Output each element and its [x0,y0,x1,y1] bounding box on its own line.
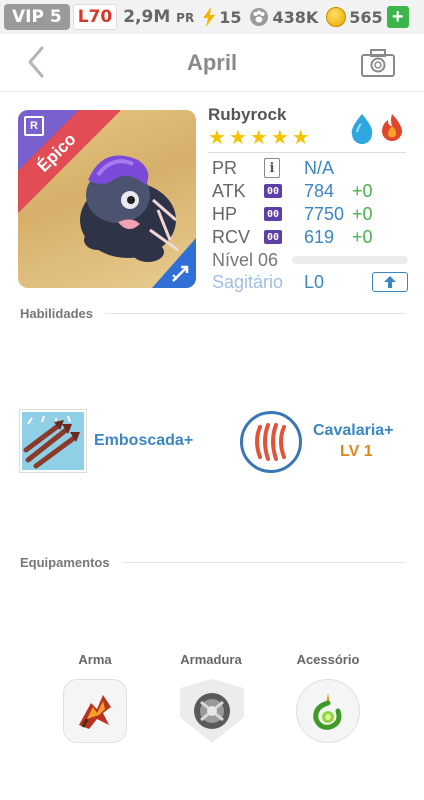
skill-name[interactable]: Emboscada+ [94,432,193,450]
level-label: Nível 06 [212,249,279,270]
stat-row-hp: HP 00 7750 +0 [212,203,408,225]
star-icon: ★ [249,127,268,149]
section-divider [104,313,406,314]
stat-value: N/A [304,157,335,178]
paw-value: 438K [272,7,319,27]
level-row: Nível 06 [212,249,408,271]
power-rating: 2,9M PR [123,7,194,27]
accessory-slot[interactable] [296,679,360,743]
lightning-icon [202,7,216,27]
energy-value: 15 [219,7,242,27]
stat-row-pr: PR i N/A [212,157,408,179]
rarity-badge-icon: R [24,116,44,136]
accessory-label: Acessório [296,652,360,667]
stats-divider [208,152,406,153]
fire-element-icon [382,114,403,142]
accessory-icon [313,693,342,730]
stat-row-rcv: RCV 00 619 +0 [212,226,408,248]
stat-bonus: +0 [352,203,373,224]
star-icon: ★ [208,127,226,149]
armor-icon [194,693,230,729]
back-arrow-icon[interactable] [22,44,50,80]
stat-value: 7750 [304,203,345,224]
page-title: April [186,49,238,75]
zodiac-label[interactable]: Sagitário [212,272,304,293]
stat-value: 619 [304,226,335,247]
weapon-icon [79,695,111,729]
section-title: Equipamentos [20,555,110,570]
camera-icon[interactable] [360,48,396,78]
section-title: Habilidades [20,306,93,321]
add-gold-button[interactable]: + [386,6,409,28]
level-progress-bar [292,256,408,264]
gold-value: 565 [349,7,383,27]
star-icon: ★ [270,127,289,149]
skills-section-header: Habilidades [20,306,406,321]
stat-value: 784 [304,180,335,201]
stat-bonus: +0 [352,180,373,201]
zodiac-row: Sagitário L0 [212,271,408,293]
star-icon: ★ [228,127,247,149]
skill-level: LV 1 [340,443,373,460]
armor-label: Armadura [180,652,242,667]
armor-slot[interactable] [180,679,244,743]
energy-counter[interactable]: 15 [202,7,241,27]
section-divider [121,562,406,563]
claw-skill-icon[interactable] [240,411,302,473]
arrow-class-icon [172,265,189,282]
element-icons [348,112,406,144]
stat-bonus: +0 [352,226,373,247]
rune-badge-icon: 00 [264,230,282,244]
power-unit: PR [176,11,195,25]
zodiac-level: L0 [304,271,325,292]
creature-image [80,155,179,262]
vip-badge[interactable]: VIP 5 [4,4,70,30]
skill-name[interactable]: Cavalaria+ [313,422,394,440]
stat-label: HP [212,203,238,224]
weapon-slot[interactable] [63,679,127,743]
water-element-icon [351,114,373,144]
status-bar: VIP 5 L70 2,9M PR 15 438K 565 + [0,0,424,34]
star-rating: ★ ★ ★ ★ ★ [208,128,310,148]
stat-row-atk: ATK 00 784 +0 [212,180,408,202]
star-icon: ★ [291,127,310,149]
gold-counter[interactable]: 565 [326,7,383,27]
upgrade-button[interactable] [372,272,408,292]
paw-icon [249,7,269,27]
weapon-label: Arma [78,652,112,667]
hero-portrait[interactable]: Épico R [18,110,196,288]
hero-name: Rubyrock [208,105,287,124]
info-icon[interactable]: i [264,158,280,178]
stat-label: RCV [212,226,251,247]
stat-label: PR [212,157,238,178]
rune-badge-icon: 00 [264,184,282,198]
page-header: April [0,34,424,92]
power-value: 2,9M [123,7,171,27]
up-arrow-icon [384,276,396,288]
player-level: L70 [72,4,118,30]
stat-label: ATK [212,180,246,201]
ambush-skill-icon[interactable] [20,410,86,472]
gold-coin-icon [326,7,347,27]
paw-counter[interactable]: 438K [249,7,318,27]
rune-badge-icon: 00 [264,207,282,221]
equipment-section-header: Equipamentos [20,555,406,570]
